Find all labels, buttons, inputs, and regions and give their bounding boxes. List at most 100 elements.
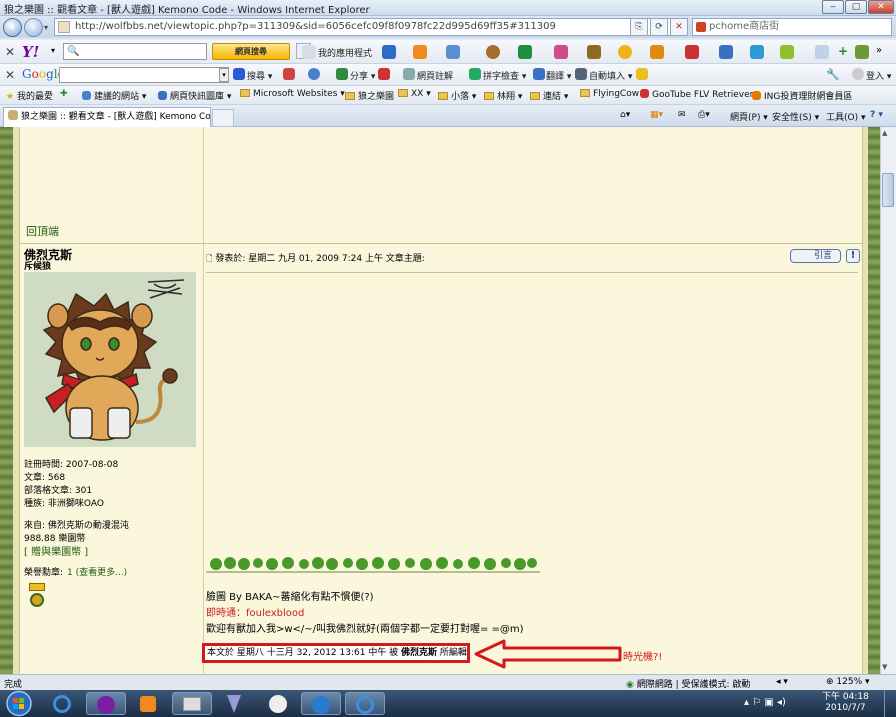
start-button-icon[interactable]: [1, 690, 37, 717]
quote-button[interactable]: 引言: [790, 249, 841, 263]
scrollbar-thumb[interactable]: [882, 173, 894, 207]
yahoo-menu-icon[interactable]: ▾: [51, 46, 55, 55]
translate-app-icon[interactable]: [378, 68, 390, 80]
fav-ing[interactable]: ING投資理財網會員區: [752, 89, 852, 102]
back-button[interactable]: ‹: [3, 18, 22, 37]
chevron-right-icon[interactable]: »: [876, 45, 882, 56]
taskbar-paint-icon[interactable]: [172, 692, 212, 715]
my-apps-button[interactable]: 我的應用程式: [318, 46, 372, 59]
search-dropdown-icon[interactable]: ▾: [219, 68, 229, 82]
map-icon[interactable]: [750, 45, 764, 59]
add-favorite-icon[interactable]: ✚: [60, 89, 68, 99]
shopping-icon[interactable]: [554, 45, 568, 59]
security-zone[interactable]: ◉ 網際網路 | 受保護模式: 啟動: [626, 677, 750, 690]
rss-icon[interactable]: [413, 45, 427, 59]
more-apps-icon[interactable]: [815, 45, 829, 59]
read-mail-icon[interactable]: ✉: [678, 110, 686, 120]
safety-menu[interactable]: 安全性(S) ▾: [772, 110, 819, 123]
taskbar-pidgin-icon[interactable]: [258, 692, 298, 715]
messenger-icon[interactable]: [446, 45, 460, 59]
taskbar-yahoo-messenger-icon[interactable]: [86, 692, 126, 715]
tab-active[interactable]: 狼之樂園 :: 觀看文章 - [獸人遊戲] Kemono Code: [3, 107, 211, 127]
google-search-button[interactable]: 搜尋 ▾: [247, 69, 272, 82]
weather-icon[interactable]: [618, 45, 632, 59]
search-field[interactable]: pchome商店街: [692, 18, 892, 36]
toolbar-app-icon[interactable]: [855, 45, 869, 59]
vertical-scrollbar[interactable]: [880, 127, 896, 674]
yahoo-logo-icon[interactable]: Y!: [22, 43, 39, 61]
forward-button[interactable]: ›: [24, 18, 43, 37]
show-desktop-button[interactable]: [884, 690, 896, 717]
fav-linxiang[interactable]: 林翔 ▾: [484, 89, 522, 102]
fav-microsoft-websites[interactable]: Microsoft Websites ▾: [240, 89, 345, 99]
compat-view-icon[interactable]: ⎘: [630, 18, 648, 36]
new-tab-button[interactable]: [212, 109, 234, 127]
back-to-top-link[interactable]: 回頂端: [26, 223, 59, 239]
address-field[interactable]: http://wolfbbs.net/viewtopic.php?p=31130…: [54, 18, 688, 36]
bookmark-app-icon[interactable]: [382, 45, 396, 59]
google-search-input[interactable]: [59, 67, 229, 83]
translate-button[interactable]: 翻譯 ▾: [546, 69, 571, 82]
toolbar-app-icon[interactable]: [283, 68, 295, 80]
video-icon[interactable]: [685, 45, 699, 59]
fav-wolf-paradise[interactable]: 狼之樂園: [345, 89, 394, 102]
taskbar-app-icon[interactable]: [214, 692, 254, 715]
yahoo-search-button[interactable]: 網頁搜尋: [212, 43, 290, 60]
fav-xx[interactable]: XX ▾: [398, 89, 431, 99]
pen-icon[interactable]: [636, 68, 648, 80]
scroll-up-icon[interactable]: ▲: [882, 129, 887, 137]
feeds-icon[interactable]: ▦▾: [650, 110, 663, 120]
fav-flyingcow[interactable]: FlyingCow: [580, 89, 639, 99]
finance-icon[interactable]: [780, 45, 794, 59]
share-button[interactable]: 分享 ▾: [350, 69, 375, 82]
tray-icons[interactable]: ▴ ⚐ ▣ ◂): [744, 697, 786, 708]
print-icon[interactable]: ⎙▾: [698, 110, 710, 120]
tools-menu[interactable]: 工具(O) ▾: [826, 110, 866, 123]
fav-gootube[interactable]: GooTube FLV Retriever: [640, 89, 753, 100]
spellcheck-button[interactable]: 拼字檢查 ▾: [483, 69, 526, 82]
mail-icon[interactable]: [650, 45, 664, 59]
signin-button[interactable]: 登入 ▾: [866, 69, 891, 82]
info-blog-posts: 部落格文章: 301: [24, 486, 93, 496]
taskbar-ie-icon[interactable]: [42, 692, 82, 715]
game-icon[interactable]: [486, 45, 500, 59]
taskbar-media-player-icon[interactable]: [128, 692, 168, 715]
help-menu[interactable]: ? ▾: [870, 110, 883, 120]
status-icons[interactable]: ◂ ▾: [776, 677, 788, 687]
stop-icon[interactable]: ✕: [670, 18, 688, 36]
close-button[interactable]: ✕: [868, 0, 894, 14]
page-menu[interactable]: 網頁(P) ▾: [730, 110, 768, 123]
autofill-button[interactable]: 自動填入 ▾: [589, 69, 632, 82]
tree-divider-icon: [206, 557, 540, 573]
clock[interactable]: 下午 04:18 2010/7/7: [822, 692, 869, 714]
folder-icon: [530, 92, 540, 100]
zoom-control[interactable]: ⊕ 125% ▾: [826, 677, 870, 687]
toolbar-close-icon[interactable]: ✕: [5, 45, 15, 59]
report-button[interactable]: !: [846, 249, 860, 263]
taskbar-download-icon[interactable]: [301, 692, 341, 715]
wrench-icon[interactable]: 🔧: [826, 68, 840, 81]
medals-more-link[interactable]: 1 (查看更多...): [67, 565, 127, 578]
home-icon[interactable]: ⌂▾: [620, 110, 630, 120]
taskbar-ie-window-icon[interactable]: [345, 692, 385, 715]
medal-icon[interactable]: [29, 583, 45, 609]
yahoo-search-input[interactable]: 🔍: [63, 43, 207, 60]
fav-suggested-sites[interactable]: 建議的網站 ▾: [82, 89, 146, 102]
favorites-button[interactable]: ★ 我的最愛: [6, 89, 53, 102]
fav-xiaoluo[interactable]: 小落 ▾: [438, 89, 476, 102]
bookmark-add-icon[interactable]: [308, 68, 320, 80]
toolbar-close-icon[interactable]: ✕: [5, 68, 15, 82]
news-icon[interactable]: [587, 45, 601, 59]
star-app-icon[interactable]: [518, 45, 532, 59]
maximize-button[interactable]: ▢: [845, 0, 867, 14]
fav-webslice-gallery[interactable]: 網頁快訊圖庫 ▾: [158, 89, 231, 102]
scroll-down-icon[interactable]: ▼: [882, 663, 887, 671]
add-icon[interactable]: +: [838, 44, 848, 58]
fav-links[interactable]: 連結 ▾: [530, 89, 568, 102]
gift-coins-link[interactable]: [ 贈與樂園幣 ]: [24, 543, 88, 558]
history-dropdown-icon[interactable]: ▾: [44, 23, 48, 32]
refresh-icon[interactable]: ⟳: [650, 18, 668, 36]
photo-icon[interactable]: [719, 45, 733, 59]
minimize-button[interactable]: ‒: [822, 0, 844, 14]
notebook-button[interactable]: 網頁註解: [417, 69, 453, 82]
